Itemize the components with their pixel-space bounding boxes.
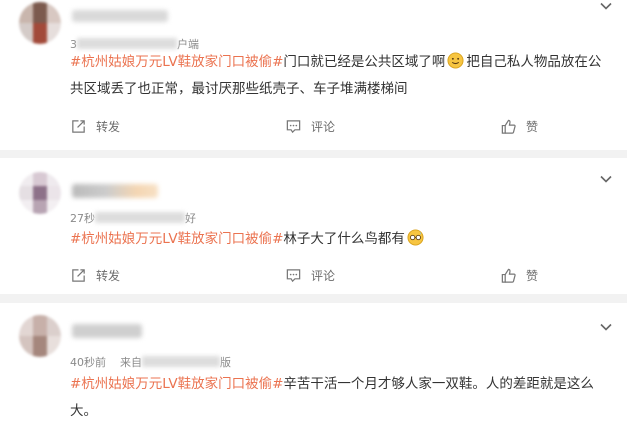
share-icon [72,268,85,282]
like-button[interactable]: 赞 [500,116,538,136]
share-button[interactable]: 转发 [70,116,120,136]
comment-card: 3 户端 #杭州姑娘万元LV鞋放家门口被偷#门口就已经是公共区域了啊 把自己私人物品… [0,0,627,150]
sweat-glasses-emoji-icon [407,229,424,246]
avatar[interactable] [19,172,61,214]
hashtag-link[interactable]: #杭州姑娘万元LV鞋放家门口被偷# [70,376,283,392]
comment-button[interactable]: 评论 [285,116,335,136]
chevron-down-icon[interactable] [599,320,613,334]
avatar[interactable] [19,315,61,357]
hashtag-link[interactable]: #杭州姑娘万元LV鞋放家门口被偷# [70,54,283,70]
share-icon [72,119,85,133]
avatar[interactable] [19,2,61,44]
comment-text: #杭州姑娘万元LV鞋放家门口被偷#门口就已经是公共区域了啊 把自己私人物品放在公共… [70,52,602,97]
hashtag-link[interactable]: #杭州姑娘万元LV鞋放家门口被偷# [70,231,283,247]
comment-meta: 40秒前 来自版 [70,356,231,369]
comment-card: 27秒好 #杭州姑娘万元LV鞋放家门口被偷#林子大了什么鸟都有 转发 评论 赞 [0,158,627,294]
chevron-down-icon[interactable] [599,172,613,186]
comment-card: 40秒前 来自版 #杭州姑娘万元LV鞋放家门口被偷#辛苦干活一个月才够人家一双鞋。… [0,303,627,422]
comment-text: #杭州姑娘万元LV鞋放家门口被偷#辛苦干活一个月才够人家一双鞋。人的差距就是这么… [70,376,594,419]
action-bar: 转发 评论 赞 [0,265,627,285]
chevron-down-icon[interactable] [599,0,613,13]
username-blurred[interactable] [72,324,142,338]
comment-icon [286,268,301,282]
comment-meta: 27秒好 [70,212,196,225]
comment-feed: 3 户端 #杭州姑娘万元LV鞋放家门口被偷#门口就已经是公共区域了啊 把自己私人物品… [0,0,627,422]
comment-icon [286,119,301,133]
username-blurred[interactable] [72,10,168,22]
smile-emoji-icon [447,52,464,69]
share-button[interactable]: 转发 [70,265,120,285]
action-bar: 转发 评论 赞 [0,116,627,136]
username-blurred[interactable] [72,184,158,198]
comment-button[interactable]: 评论 [285,265,335,285]
thumbs-up-icon [501,268,516,283]
comment-text: #杭州姑娘万元LV鞋放家门口被偷#林子大了什么鸟都有 [70,226,609,253]
thumbs-up-icon [501,119,516,134]
like-button[interactable]: 赞 [500,265,538,285]
